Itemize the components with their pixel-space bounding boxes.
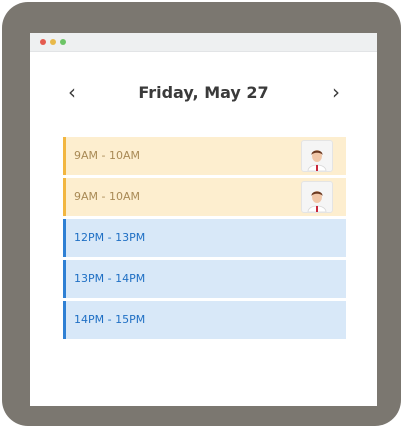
event-time: 9AM - 10AM: [74, 149, 140, 162]
calendar-header: ‹ Friday, May 27 ›: [30, 79, 377, 107]
person-avatar-icon: [307, 191, 327, 212]
minimize-window-dot[interactable]: [50, 39, 56, 45]
browser-window: ‹ Friday, May 27 › 9AM - 10AM 9AM - 10AM: [30, 33, 377, 406]
chevron-right-icon[interactable]: ›: [325, 81, 347, 103]
event-time: 13PM - 14PM: [74, 272, 146, 285]
avatar: [301, 140, 333, 172]
event-time: 12PM - 13PM: [74, 231, 146, 244]
event-item[interactable]: 9AM - 10AM: [63, 178, 346, 216]
page-title: Friday, May 27: [138, 83, 269, 102]
event-time: 9AM - 10AM: [74, 190, 140, 203]
avatar: [301, 181, 333, 213]
maximize-window-dot[interactable]: [60, 39, 66, 45]
event-time: 14PM - 15PM: [74, 313, 146, 326]
event-item[interactable]: 12PM - 13PM: [63, 219, 346, 257]
window-titlebar: [30, 33, 377, 52]
event-item[interactable]: 9AM - 10AM: [63, 137, 346, 175]
device-frame: ‹ Friday, May 27 › 9AM - 10AM 9AM - 10AM: [2, 2, 401, 426]
close-window-dot[interactable]: [40, 39, 46, 45]
event-list: 9AM - 10AM 9AM - 10AM 12PM - 13PM 13PM -…: [63, 137, 346, 342]
event-item[interactable]: 13PM - 14PM: [63, 260, 346, 298]
event-item[interactable]: 14PM - 15PM: [63, 301, 346, 339]
chevron-left-icon[interactable]: ‹: [61, 81, 83, 103]
person-avatar-icon: [307, 150, 327, 171]
